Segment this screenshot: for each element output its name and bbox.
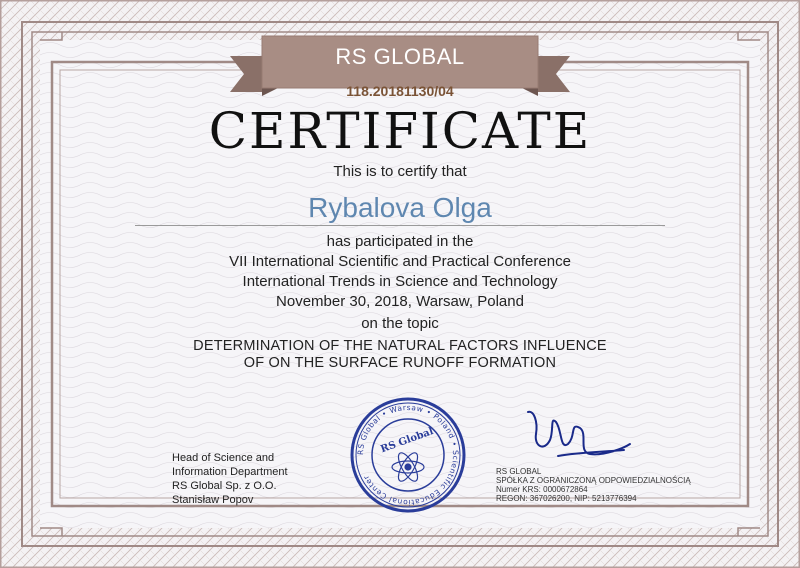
certificate-number: 118.20181130/04 [346,83,454,99]
conference-name: VII International Scientific and Practic… [229,253,571,270]
conference-date: November 30, 2018, Warsaw, Poland [276,293,524,310]
company-regon-nip: REGON: 367026200, NIP: 5213776394 [496,494,637,503]
brand-name: RS GLOBAL [335,44,465,69]
participated-text: has participated in the [326,233,474,250]
signatory-line-2: Information Department [172,466,288,478]
certificate-title: CERTIFICATE [208,102,592,160]
signatory-name: Stanisław Popov [172,494,254,506]
signature-mark [527,410,631,457]
topic-line-1: DETERMINATION OF THE NATURAL FACTORS INF… [193,338,607,354]
topic-label: on the topic [361,315,439,332]
topic-line-2: OF ON THE SURFACE RUNOFF FORMATION [243,355,557,371]
stamp-seal: RS Global • Warsaw • Poland • Scientific… [350,397,466,513]
conference-title: International Trends in Science and Tech… [242,273,558,290]
signatory-line-1: Head of Science and [172,452,275,464]
certify-text: This is to certify that [333,163,467,180]
recipient-name: Rybalova Olga [308,192,492,223]
name-underline [135,225,665,226]
certificate: RS GLOBAL 118.20181130/04 CERTIFICATE Th… [0,0,800,568]
signatory-line-3: RS Global Sp. z O.O. [172,480,277,492]
svg-text:RS Global: RS Global [379,426,435,455]
